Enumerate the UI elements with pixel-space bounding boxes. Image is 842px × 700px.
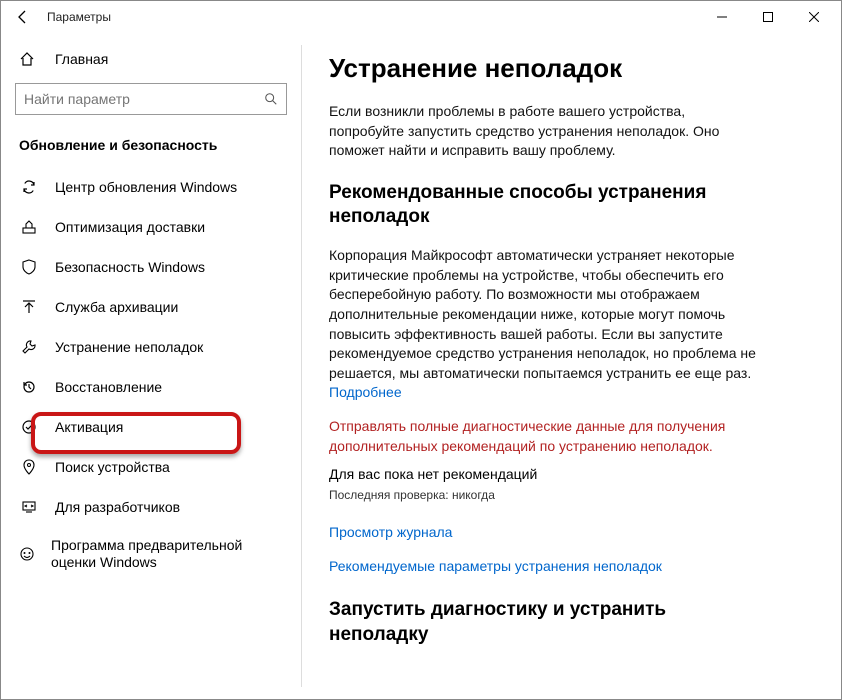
diagnostic-warning: Отправлять полные диагностические данные… bbox=[329, 417, 759, 456]
maximize-button[interactable] bbox=[745, 1, 791, 33]
learn-more-link[interactable]: Подробнее bbox=[329, 384, 402, 400]
intro-text: Если возникли проблемы в работе вашего у… bbox=[329, 102, 759, 161]
sidebar-item-label: Программа предварительной оценки Windows bbox=[51, 537, 283, 571]
recommended-heading: Рекомендованные способы устранения непол… bbox=[329, 181, 749, 230]
activation-icon bbox=[19, 419, 39, 435]
sidebar-item-label: Восстановление bbox=[55, 379, 162, 395]
recovery-icon bbox=[19, 379, 39, 395]
backup-icon bbox=[19, 299, 39, 315]
sidebar-item-label: Центр обновления Windows bbox=[55, 179, 237, 195]
sidebar-item-insider[interactable]: Программа предварительной оценки Windows bbox=[1, 527, 301, 581]
window-title: Параметры bbox=[47, 10, 699, 24]
sidebar-item-label: Служба архивации bbox=[55, 299, 178, 315]
search-icon bbox=[264, 92, 278, 106]
search-box[interactable] bbox=[15, 83, 287, 115]
sidebar-item-label: Оптимизация доставки bbox=[55, 219, 205, 235]
home-link[interactable]: Главная bbox=[1, 41, 301, 77]
sync-icon bbox=[19, 179, 39, 195]
sidebar-item-label: Устранение неполадок bbox=[55, 339, 203, 355]
run-diagnostic-heading: Запустить диагностику и устранить непола… bbox=[329, 598, 749, 647]
main-content: Устранение неполадок Если возникли пробл… bbox=[301, 33, 841, 699]
delivery-icon bbox=[19, 219, 39, 235]
back-button[interactable] bbox=[5, 1, 41, 33]
titlebar: Параметры bbox=[1, 1, 841, 33]
sidebar-item-windows-update[interactable]: Центр обновления Windows bbox=[1, 167, 301, 207]
sidebar-item-recovery[interactable]: Восстановление bbox=[1, 367, 301, 407]
sidebar: Главная Обновление и безопасность Центр … bbox=[1, 33, 301, 699]
window-controls bbox=[699, 1, 837, 33]
sidebar-item-label: Безопасность Windows bbox=[55, 259, 205, 275]
close-button[interactable] bbox=[791, 1, 837, 33]
wrench-icon bbox=[19, 339, 39, 355]
last-check-text: Последняя проверка: никогда bbox=[329, 488, 813, 502]
home-label: Главная bbox=[55, 51, 108, 67]
sidebar-item-activation[interactable]: Активация bbox=[1, 407, 301, 447]
insider-icon bbox=[19, 546, 35, 562]
sidebar-item-backup[interactable]: Служба архивации bbox=[1, 287, 301, 327]
section-title: Обновление и безопасность bbox=[1, 129, 301, 167]
recommended-text: Корпорация Майкрософт автоматически устр… bbox=[329, 246, 759, 403]
sidebar-item-label: Поиск устройства bbox=[55, 459, 170, 475]
search-container bbox=[1, 83, 301, 129]
sidebar-item-windows-security[interactable]: Безопасность Windows bbox=[1, 247, 301, 287]
view-history-link[interactable]: Просмотр журнала bbox=[329, 524, 813, 540]
recommended-settings-link[interactable]: Рекомендуемые параметры устранения непол… bbox=[329, 558, 813, 574]
minimize-button[interactable] bbox=[699, 1, 745, 33]
location-icon bbox=[19, 459, 39, 475]
shield-icon bbox=[19, 259, 39, 275]
sidebar-item-developers[interactable]: Для разработчиков bbox=[1, 487, 301, 527]
developer-icon bbox=[19, 499, 39, 515]
sidebar-item-delivery-optimization[interactable]: Оптимизация доставки bbox=[1, 207, 301, 247]
sidebar-item-troubleshoot[interactable]: Устранение неполадок bbox=[1, 327, 301, 367]
window-body: Главная Обновление и безопасность Центр … bbox=[1, 33, 841, 699]
settings-window: Параметры Главная О bbox=[0, 0, 842, 700]
home-icon bbox=[19, 51, 39, 67]
sidebar-item-label: Для разработчиков bbox=[55, 499, 180, 515]
page-title: Устранение неполадок bbox=[329, 53, 813, 84]
sidebar-item-label: Активация bbox=[55, 419, 123, 435]
search-input[interactable] bbox=[24, 91, 264, 107]
sidebar-item-find-device[interactable]: Поиск устройства bbox=[1, 447, 301, 487]
no-recommendations-text: Для вас пока нет рекомендаций bbox=[329, 466, 813, 482]
